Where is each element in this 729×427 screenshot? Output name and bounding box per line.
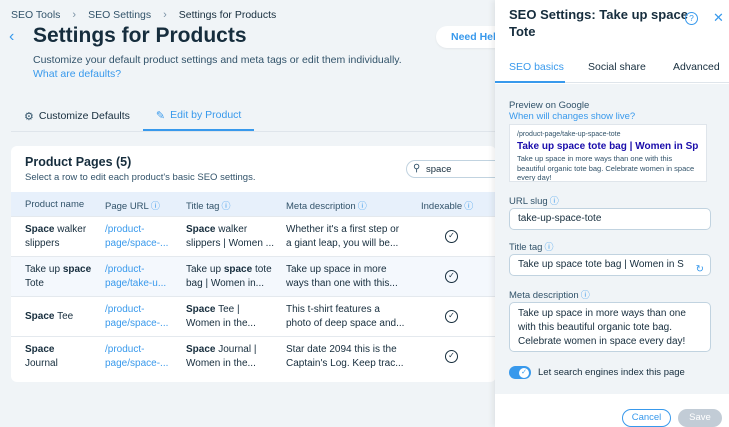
product-name-cell: Space Tee: [25, 311, 74, 322]
column-header-title-tag[interactable]: Title tag ⓘ: [186, 199, 230, 212]
table-subtitle: Select a row to edit each product's basi…: [25, 172, 256, 183]
info-icon[interactable]: ⓘ: [581, 290, 590, 300]
page-title: Settings for Products: [33, 24, 247, 47]
meta-description-label: Meta description ⓘ: [509, 290, 590, 301]
product-name-cell: Space walker slippers: [25, 224, 87, 249]
product-pages-card: Product Pages (5) Select a row to edit e…: [11, 146, 496, 382]
page-url-cell[interactable]: /product-page/space-...: [105, 223, 168, 251]
meta-description-cell: Whether it's a first step or a giant leap…: [286, 224, 400, 249]
table-row[interactable]: Space walker slippers /product-page/spac…: [11, 216, 496, 256]
what-are-defaults-link[interactable]: What are defaults?: [33, 68, 121, 80]
save-button[interactable]: Save: [678, 409, 722, 427]
tab-advanced[interactable]: Advanced: [673, 53, 720, 83]
back-arrow-icon[interactable]: ‹: [9, 28, 23, 46]
cancel-button[interactable]: Cancel: [622, 409, 671, 427]
indexable-check-icon: ✓: [445, 310, 458, 323]
title-tag-cell: Space walker slippers | Women ...: [186, 224, 274, 249]
changes-live-link[interactable]: When will changes show live?: [509, 111, 635, 122]
tab-edit-by-product[interactable]: ✎ Edit by Product: [142, 101, 255, 131]
check-icon: ✓: [519, 367, 529, 378]
title-tag-value: Take up space tote bag | Women in S: [518, 259, 684, 270]
info-icon[interactable]: ⓘ: [151, 201, 160, 211]
product-name-cell: Take up space Tote: [25, 264, 92, 289]
page-url-cell[interactable]: /product-page/space-...: [105, 303, 168, 331]
breadcrumb-item-current: Settings for Products: [178, 9, 277, 21]
meta-description-cell: This t-shirt features a photo of deep spa…: [286, 304, 405, 329]
page-subtitle: Customize your default product settings …: [33, 54, 402, 66]
indexable-check-icon: ✓: [445, 270, 458, 283]
breadcrumb-item-seo-tools[interactable]: SEO Tools: [11, 9, 60, 21]
column-header-meta-description[interactable]: Meta description ⓘ: [286, 199, 367, 212]
breadcrumb: SEO Tools › SEO Settings › Settings for …: [11, 9, 276, 21]
breadcrumb-item-seo-settings[interactable]: SEO Settings: [88, 9, 151, 21]
gear-icon: ⚙: [24, 110, 34, 123]
page-url-cell[interactable]: /product-page/space-...: [105, 343, 168, 371]
search-input[interactable]: ⚲ space: [406, 160, 496, 178]
preview-description: Take up space in more ways than one with…: [517, 154, 695, 182]
help-icon[interactable]: ?: [685, 12, 698, 25]
table-row[interactable]: Space Journal /product-page/space-... Sp…: [11, 336, 496, 376]
table-header: Product name Page URL ⓘ Title tag ⓘ Meta d…: [11, 192, 496, 216]
table-row[interactable]: Take up space Tote /product-page/take-u.…: [11, 256, 496, 296]
search-value: space: [426, 164, 452, 175]
refresh-icon[interactable]: ↻: [696, 260, 704, 275]
index-page-label: Let search engines index this page: [538, 367, 685, 378]
chevron-right-icon: ›: [72, 9, 77, 21]
info-icon[interactable]: ⓘ: [464, 201, 473, 211]
tab-label: Edit by Product: [170, 109, 242, 121]
page-url-cell[interactable]: /product-page/take-u...: [105, 263, 166, 291]
preview-url: /product-page/take-up-space-tote: [517, 131, 621, 138]
tabs-divider: [11, 131, 496, 132]
tab-social-share[interactable]: Social share: [588, 53, 646, 83]
info-icon[interactable]: ⓘ: [550, 196, 559, 206]
tab-label: Customize Defaults: [38, 110, 130, 122]
title-tag-label: Title tag ⓘ: [509, 242, 554, 253]
tab-customize-defaults[interactable]: ⚙ Customize Defaults: [11, 101, 143, 131]
indexable-check-icon: ✓: [445, 350, 458, 363]
pencil-icon: ✎: [155, 109, 166, 122]
meta-description-textarea[interactable]: Take up space in more ways than one with…: [509, 302, 711, 352]
search-icon: ⚲: [413, 163, 421, 174]
preview-title: Take up space tote bag | Women in Sp...: [517, 141, 699, 152]
indexable-check-icon: ✓: [445, 230, 458, 243]
info-icon[interactable]: ⓘ: [221, 201, 230, 211]
google-preview: /product-page/take-up-space-tote Take up…: [509, 124, 707, 182]
table-row[interactable]: Space Tee /product-page/space-... Space …: [11, 296, 496, 336]
product-name-cell: Space Journal: [25, 344, 58, 369]
meta-description-cell: Take up space in more ways than one with …: [286, 264, 398, 289]
chevron-right-icon: ›: [163, 9, 167, 21]
title-tag-cell: Take up space tote bag | Women in...: [186, 264, 272, 289]
title-tag-cell: Space Journal | Women in the...: [186, 344, 257, 369]
panel-title: SEO Settings: Take up space Tote: [509, 7, 688, 39]
settings-tabs: ⚙ Customize Defaults ✎ Edit by Product: [11, 101, 255, 131]
tab-seo-basics[interactable]: SEO basics: [495, 53, 565, 83]
preview-label: Preview on Google: [509, 100, 590, 111]
table-title: Product Pages (5): [25, 155, 132, 169]
column-header-product-name[interactable]: Product name: [25, 199, 84, 210]
url-slug-label: URL slug ⓘ: [509, 196, 559, 207]
seo-settings-panel: SEO Settings: Take up space Tote ? ✕ SEO…: [495, 0, 729, 427]
info-icon[interactable]: ⓘ: [358, 201, 367, 211]
title-tag-cell: Space Tee | Women in the...: [186, 304, 256, 329]
column-header-indexable[interactable]: Indexable ⓘ: [421, 199, 473, 212]
close-icon[interactable]: ✕: [713, 10, 724, 26]
index-page-toggle[interactable]: ✓: [509, 366, 531, 379]
panel-tabs: SEO basics Social share Advanced: [495, 53, 729, 83]
title-tag-input[interactable]: Take up space tote bag | Women in S ↻: [509, 254, 711, 276]
meta-description-cell: Star date 2094 this is the Captain's Log.…: [286, 344, 404, 369]
url-slug-input[interactable]: take-up-space-tote: [509, 208, 711, 230]
column-header-page-url[interactable]: Page URL ⓘ: [105, 199, 160, 212]
info-icon[interactable]: ⓘ: [544, 242, 553, 252]
